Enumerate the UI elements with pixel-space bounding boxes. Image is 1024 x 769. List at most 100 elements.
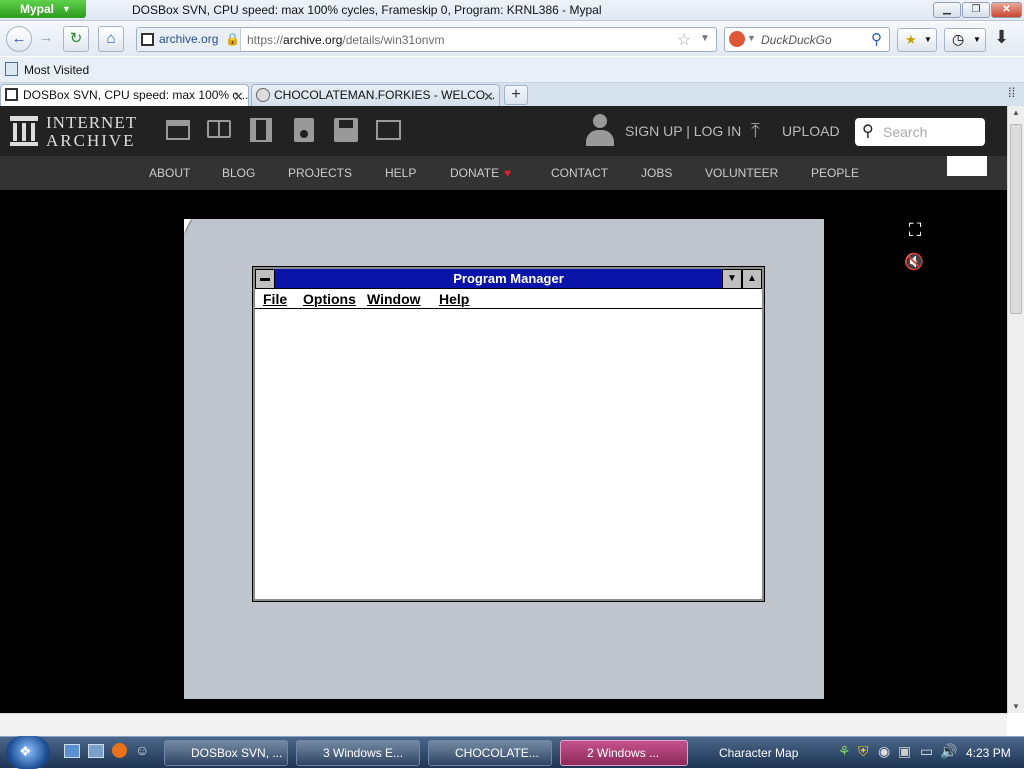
bookmarks-star-icon: ★ xyxy=(905,32,917,47)
site-identity-button[interactable]: archive.org 🔒 xyxy=(137,28,241,51)
site-identity-label: archive.org xyxy=(159,32,219,46)
menu-contact[interactable]: CONTACT xyxy=(551,166,608,180)
tray-volume-icon[interactable]: 🔊 xyxy=(940,743,957,760)
menu-window[interactable]: Window xyxy=(367,291,421,307)
new-tab-button[interactable]: + xyxy=(504,85,528,105)
taskbar-windows-group[interactable]: 2 Windows ... xyxy=(560,740,688,766)
search-icon: ⚲ xyxy=(862,123,874,140)
web-icon[interactable] xyxy=(166,120,190,140)
taskbar-chocolateman[interactable]: CHOCOLATE... xyxy=(428,740,552,766)
bookmarks-menu-button[interactable]: ★ ▼ xyxy=(897,28,937,52)
reload-button[interactable]: ↻ xyxy=(63,26,89,52)
software-icon[interactable] xyxy=(334,118,358,142)
download-icon[interactable]: ⬇ xyxy=(994,27,1009,48)
upload-icon[interactable]: ⤒ xyxy=(751,120,760,143)
menu-volunteer[interactable]: VOLUNTEER xyxy=(705,166,778,180)
app-icon[interactable]: ☺ xyxy=(135,742,149,758)
back-button[interactable]: ← xyxy=(6,26,32,52)
duckduckgo-icon[interactable] xyxy=(729,31,745,47)
tab-dosbox[interactable]: DOSBox SVN, CPU speed: max 100% c... ✕ xyxy=(0,84,249,106)
tray-display-icon[interactable]: ▭ xyxy=(920,743,933,760)
history-button[interactable]: ◷ ▼ xyxy=(944,28,986,52)
taskbar-dosbox[interactable]: DOSBox SVN, ... xyxy=(164,740,288,766)
start-button[interactable]: ❖ xyxy=(6,736,50,769)
tab-list-icon[interactable]: ⁞⁞ xyxy=(1008,85,1015,100)
minimize-button[interactable]: ▼ xyxy=(722,269,742,289)
arrow-left-icon: ← xyxy=(11,30,27,47)
tab-label: CHOCOLATEMAN.FORKIES - WELCO... xyxy=(274,88,496,102)
tab-chocolateman[interactable]: CHOCOLATEMAN.FORKIES - WELCO... ✕ xyxy=(251,84,500,106)
search-dropdown-tab xyxy=(947,156,987,176)
maximize-button[interactable]: ❐ xyxy=(962,2,990,18)
logo-text-line2[interactable]: ARCHIVE xyxy=(46,131,136,151)
close-tab-icon[interactable]: ✕ xyxy=(483,87,494,106)
audio-icon[interactable] xyxy=(294,118,314,142)
upload-link[interactable]: UPLOAD xyxy=(782,123,840,139)
signup-login-link[interactable]: SIGN UP | LOG IN xyxy=(625,123,741,139)
tray-app-icon[interactable]: ◉ xyxy=(878,743,890,760)
ia-search-input[interactable]: ⚲ Search xyxy=(855,118,985,146)
ia-header: INTERNET ARCHIVE SIGN UP | LOG IN ⤒ UPLO… xyxy=(0,106,1007,156)
forward-button[interactable]: → xyxy=(33,26,59,52)
menu-file[interactable]: File xyxy=(263,291,287,307)
maximize-button[interactable]: ▲ xyxy=(742,269,762,289)
close-tab-icon[interactable]: ✕ xyxy=(233,87,244,106)
menu-about[interactable]: ABOUT xyxy=(149,166,190,180)
menu-donate[interactable]: DONATE xyxy=(450,166,499,180)
menu-people[interactable]: PEOPLE xyxy=(811,166,859,180)
url-text[interactable]: https://archive.org/details/win31onvm xyxy=(247,33,444,47)
emulator-canvas[interactable]: Program Manager ▬ ▼ ▲ File Options Windo… xyxy=(184,219,824,699)
chevron-down-icon[interactable]: ▼ xyxy=(700,33,710,44)
home-button[interactable]: ⌂ xyxy=(98,26,124,52)
url-bar[interactable]: archive.org 🔒 https://archive.org/detail… xyxy=(136,27,717,52)
horizontal-scrollbar[interactable] xyxy=(0,713,1007,736)
explorer-icon[interactable] xyxy=(88,744,104,758)
show-desktop-icon[interactable] xyxy=(64,744,80,758)
minimize-button[interactable]: ▁ xyxy=(933,2,961,18)
chevron-down-icon[interactable]: ▼ xyxy=(747,33,756,43)
clock-icon: ◷ xyxy=(952,31,965,47)
scrollbar-thumb[interactable] xyxy=(1010,124,1022,314)
program-manager-window[interactable]: Program Manager ▬ ▼ ▲ File Options Windo… xyxy=(252,266,765,602)
app-menu-button[interactable]: Mypal ▼ xyxy=(0,0,86,18)
scroll-down-arrow-icon[interactable]: ▼ xyxy=(1012,702,1020,711)
reload-icon: ↻ xyxy=(69,30,83,47)
bookmark-star-icon[interactable]: ☆ xyxy=(677,30,691,50)
user-icon[interactable] xyxy=(586,114,614,148)
firefox-icon[interactable] xyxy=(112,743,127,758)
search-bar[interactable]: ▼ DuckDuckGo ⚲ xyxy=(724,27,890,52)
taskbar-windows-explorer[interactable]: 3 Windows E... xyxy=(296,740,420,766)
tray-security-icon[interactable]: ⛨ xyxy=(858,743,869,760)
menu-help[interactable]: Help xyxy=(439,291,469,307)
home-icon: ⌂ xyxy=(106,30,116,47)
logo-text-line1[interactable]: INTERNET xyxy=(46,113,137,133)
chevron-down-icon: ▼ xyxy=(973,35,981,44)
video-icon[interactable] xyxy=(250,118,272,142)
scroll-up-arrow-icon[interactable]: ▲ xyxy=(1012,108,1020,117)
menu-options[interactable]: Options xyxy=(303,291,356,307)
archive-favicon-icon xyxy=(5,88,18,101)
windows-logo-icon: ❖ xyxy=(19,743,32,759)
taskbar-clock[interactable]: 4:23 PM xyxy=(966,746,1011,760)
menu-projects[interactable]: PROJECTS xyxy=(288,166,352,180)
menu-help[interactable]: HELP xyxy=(385,166,416,180)
vertical-scrollbar[interactable]: ▲ ▼ xyxy=(1007,106,1024,713)
program-manager-title[interactable]: Program Manager xyxy=(255,269,762,289)
images-icon[interactable] xyxy=(376,120,401,140)
most-visited-bookmark[interactable]: Most Visited xyxy=(24,63,89,77)
bookmarks-toolbar: Most Visited xyxy=(0,57,1024,83)
tray-app2-icon[interactable]: ▣ xyxy=(898,743,911,760)
close-button[interactable]: ✕ xyxy=(991,2,1022,18)
archive-logo-icon[interactable] xyxy=(10,116,38,146)
lock-icon: 🔒 xyxy=(225,32,240,46)
tray-network-icon[interactable]: ⚘ xyxy=(838,743,851,760)
menu-blog[interactable]: BLOG xyxy=(222,166,255,180)
control-menu-button[interactable]: ▬ xyxy=(255,269,275,289)
search-icon[interactable]: ⚲ xyxy=(871,30,882,48)
taskbar-character-map[interactable]: Character Map xyxy=(692,740,816,766)
mute-icon[interactable]: 🔇 xyxy=(904,252,928,274)
fullscreen-icon[interactable]: ⛶ xyxy=(904,220,926,242)
menu-jobs[interactable]: JOBS xyxy=(641,166,672,180)
texts-icon[interactable] xyxy=(207,120,231,138)
globe-icon xyxy=(256,88,270,102)
